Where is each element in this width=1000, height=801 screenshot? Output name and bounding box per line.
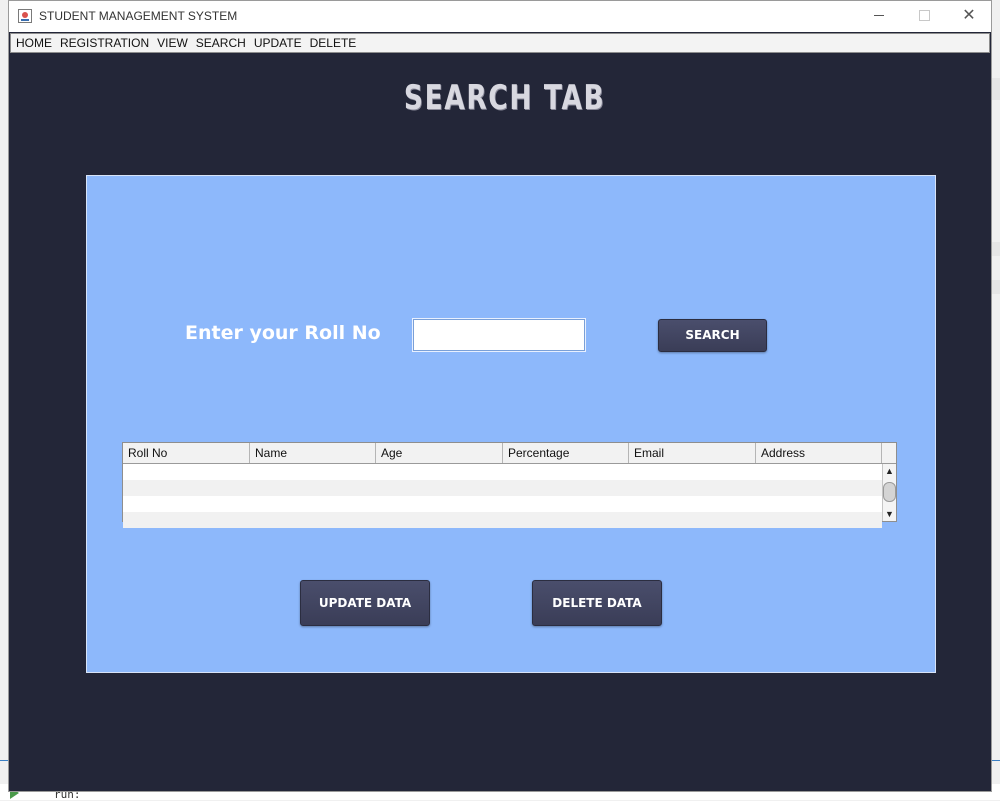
window-title: STUDENT MANAGEMENT SYSTEM (39, 9, 238, 23)
java-app-icon (18, 9, 32, 23)
column-header-email[interactable]: Email (629, 443, 756, 463)
menu-bar: HOME REGISTRATION VIEW SEARCH UPDATE DELETE (10, 33, 990, 53)
background-strip (992, 280, 1000, 294)
search-button[interactable]: SEARCH (658, 319, 767, 352)
roll-no-label: Enter your Roll No (185, 322, 381, 344)
minimize-button[interactable] (856, 1, 902, 32)
search-panel: Enter your Roll No SEARCH Roll No Name A… (86, 175, 936, 673)
update-data-button[interactable]: UPDATE DATA (300, 580, 430, 626)
column-header-percentage[interactable]: Percentage (503, 443, 629, 463)
app-window: STUDENT MANAGEMENT SYSTEM ✕ HOME REGISTRA… (8, 0, 992, 792)
background-strip (992, 242, 1000, 256)
close-button[interactable]: ✕ (946, 1, 992, 32)
delete-data-button[interactable]: DELETE DATA (532, 580, 662, 626)
table-row[interactable] (123, 496, 882, 512)
table-row[interactable] (123, 480, 882, 496)
column-header-name[interactable]: Name (250, 443, 376, 463)
menu-delete[interactable]: DELETE (306, 34, 361, 52)
scroll-down-icon[interactable]: ▼ (883, 508, 896, 520)
page-title: SEARCH TAB (403, 78, 606, 118)
menu-home[interactable]: HOME (11, 34, 56, 52)
menu-registration[interactable]: REGISTRATION (56, 34, 153, 52)
maximize-icon (918, 10, 930, 22)
table-header: Roll No Name Age Percentage Email Addres… (123, 443, 896, 464)
column-header-roll-no[interactable]: Roll No (123, 443, 250, 463)
scroll-up-icon[interactable]: ▲ (883, 465, 896, 477)
background-strip (992, 78, 1000, 100)
menu-search[interactable]: SEARCH (192, 34, 250, 52)
minimize-icon (874, 15, 884, 17)
menu-view[interactable]: VIEW (153, 34, 192, 52)
header-corner (882, 443, 896, 463)
table-row[interactable] (123, 512, 882, 528)
results-table: Roll No Name Age Percentage Email Addres… (122, 442, 897, 528)
close-icon: ✕ (962, 7, 976, 24)
menu-update[interactable]: UPDATE (250, 34, 306, 52)
table-body (123, 464, 882, 528)
scroll-thumb[interactable] (883, 482, 896, 502)
column-header-age[interactable]: Age (376, 443, 503, 463)
maximize-button[interactable] (901, 1, 947, 32)
table-row[interactable] (123, 464, 882, 480)
column-header-address[interactable]: Address (756, 443, 882, 463)
roll-no-input[interactable] (412, 318, 586, 352)
table-scrollbar[interactable]: ▲ ▼ (882, 464, 896, 521)
title-bar: STUDENT MANAGEMENT SYSTEM ✕ (9, 1, 991, 32)
